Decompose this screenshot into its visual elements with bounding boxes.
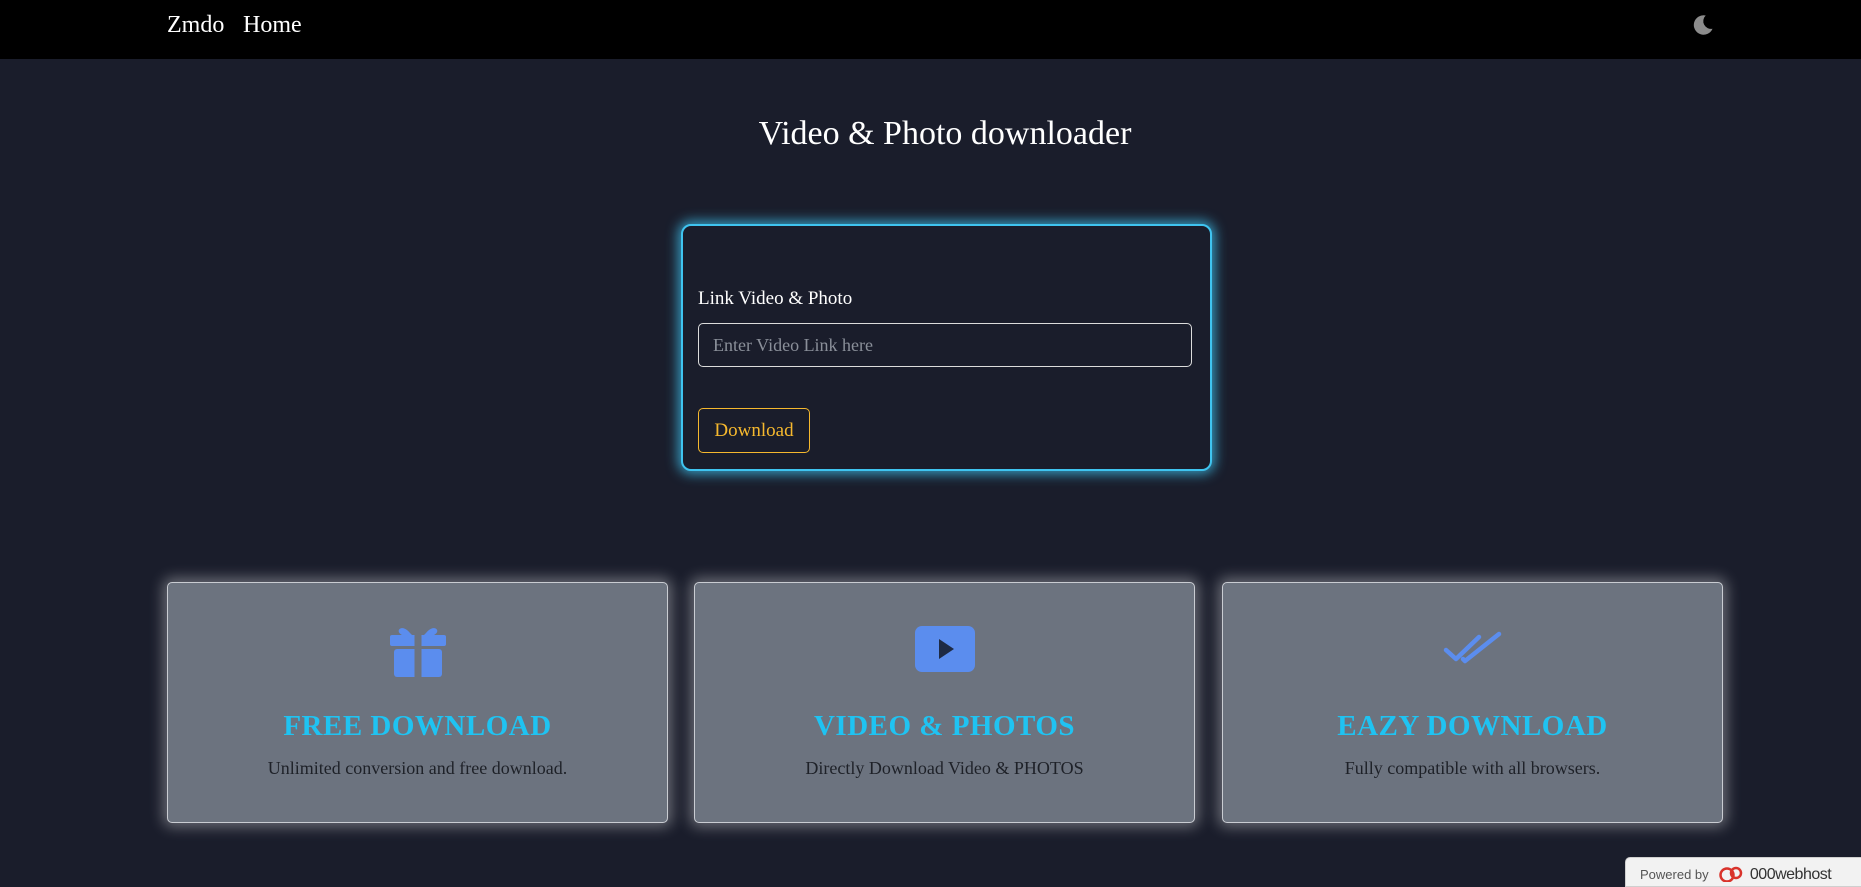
download-button[interactable]: Download [698,408,810,453]
video-link-input[interactable] [698,323,1192,367]
feature-card-free-download: FREE DOWNLOAD Unlimited conversion and f… [167,582,668,823]
video-play-icon [695,617,1194,681]
double-check-icon [1223,617,1722,681]
feature-card-eazy-download: EAZY DOWNLOAD Fully compatible with all … [1222,582,1723,823]
feature-description: Fully compatible with all browsers. [1344,758,1601,778]
powered-by-text: Powered by [1640,867,1709,882]
000webhost-logo-icon [1718,866,1744,883]
nav-home-link[interactable]: Home [243,12,302,39]
theme-toggle-button[interactable] [1690,12,1716,38]
link-field-label: Link Video & Photo [698,288,853,309]
brand-link[interactable]: Zmdo [167,12,224,39]
moon-icon [1693,15,1713,35]
powered-by-host: 000webhost [1749,866,1832,883]
feature-title: VIDEO & PHOTOS [813,710,1076,742]
feature-title: EAZY DOWNLOAD [1337,710,1608,742]
download-form-card: Link Video & Photo Download [681,224,1212,471]
powered-by-badge[interactable]: Powered by 000webhost [1625,857,1861,887]
feature-description: Unlimited conversion and free download. [267,758,568,778]
page-title: Video & Photo downloader [758,115,1132,152]
gift-icon [168,617,667,681]
feature-title: FREE DOWNLOAD [283,710,552,742]
navbar: Zmdo Home [0,0,1861,59]
feature-description: Directly Download Video & PHOTOS [805,758,1084,778]
feature-card-video-photos: VIDEO & PHOTOS Directly Download Video &… [694,582,1195,823]
